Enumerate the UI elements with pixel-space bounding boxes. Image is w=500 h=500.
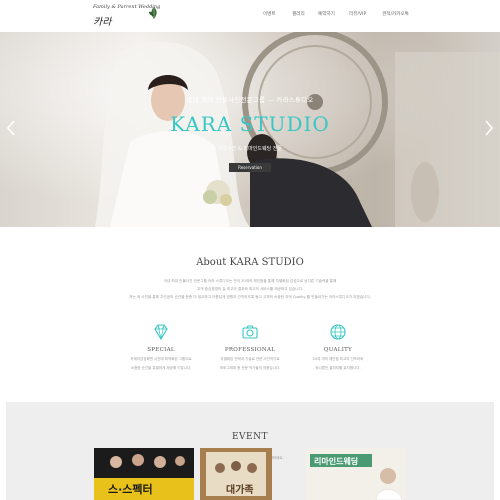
feature-title: SPECIAL <box>147 347 175 353</box>
feature-title: PROFESSIONAL <box>224 347 276 353</box>
event-card-label: 리마인드웨딩 <box>314 456 358 466</box>
hero-kicker: 국내 최대 인물사진전문그룹 — 카라스튜디오 <box>186 96 314 104</box>
hero-slider: 국내 최대 인물사진전문그룹 — 카라스튜디오 KARA STUDIO 가족사진… <box>0 32 500 227</box>
hero-subtitle: 가족사진 & 리마인드웨딩 전문 <box>218 146 282 152</box>
about-title: About KARA STUDIO <box>196 257 304 268</box>
feature-desc: 카메라감성화면 사진에 최적화된 그룹으로 <box>130 357 192 361</box>
feature-title: QUALITY <box>323 347 353 353</box>
event-title: EVENT <box>231 432 269 442</box>
hero-title: KARA STUDIO <box>170 112 330 136</box>
feature-desc: 차별화된 전략과 기술로 전문 사진작가로 <box>220 357 280 361</box>
reservation-button[interactable]: Reservation <box>229 163 271 172</box>
diamond-icon <box>154 324 168 341</box>
feature-quality: QUALITY 20여 개의 체인점 최고의 인프라와 하나뿐인 퀄리티를 유지… <box>293 323 383 371</box>
site-header: Family & Parrent Wedding 카라 이벤트 갤러리 예약하기… <box>0 0 500 32</box>
event-card-1[interactable]: 스·스펙터 <box>94 448 194 500</box>
feature-desc: 소중한 순간을 특별하게 제공해 드립니다. <box>130 366 192 370</box>
nav-item-event[interactable]: 이벤트 <box>263 11 276 17</box>
event-card-image: 스·스펙터 <box>94 448 194 500</box>
nav-item-review[interactable]: 리뷰/VIP <box>349 11 366 17</box>
event-card-label: 스·스펙터 <box>108 482 153 496</box>
feature-desc: 포토그래퍼 중 전문 작가들의 작품입니다. <box>219 366 281 370</box>
feature-desc: 20여 개의 체인점 최고의 인프라와 <box>312 357 364 361</box>
chevron-right-icon[interactable] <box>484 120 494 136</box>
globe-icon <box>330 324 346 340</box>
chevron-left-icon[interactable] <box>6 120 16 136</box>
feature-special: SPECIAL 카메라감성화면 사진에 최적화된 그룹으로 소중한 순간을 특별… <box>116 323 206 371</box>
leaf-icon <box>149 7 157 19</box>
camera-icon <box>242 325 258 339</box>
feature-professional: PROFESSIONAL 차별화된 전략과 기술로 전문 사진작가로 포토그래퍼… <box>205 323 295 371</box>
nav-item-estimate[interactable]: 견적/카카오톡 <box>382 11 409 17</box>
about-text-line: 고객 중심경영의 늘 최고의 결과와 최고의 서비스를 제공하고 있습니다. <box>196 287 304 291</box>
logo[interactable]: Family & Parrent Wedding 카라 <box>93 4 168 28</box>
event-card-image: 대가족 <box>200 448 272 500</box>
about-text-line: 국내 최대 인물사진 전문그룹 카라 스튜디오는 전국 20개의 체인점을 통해… <box>163 279 337 283</box>
event-card-2[interactable]: 대가족 <box>200 448 272 500</box>
event-card-image: 리마인드웨딩 <box>306 448 406 500</box>
event-card-3[interactable]: 리마인드웨딩 <box>306 448 406 500</box>
event-card-label: 대가족 <box>226 483 254 496</box>
logo-name: 카라 <box>93 17 112 28</box>
about-text-line: 저는 제 사진을 통해 주인공의 순간을 한층 더 정교하고 아름답게 영원히 … <box>129 295 371 299</box>
nav-item-gallery[interactable]: 갤러리 <box>292 11 305 17</box>
feature-desc: 하나뿐인 퀄리티를 유지합니다. <box>315 366 361 370</box>
nav-item-reservation[interactable]: 예약하기 <box>318 11 335 17</box>
